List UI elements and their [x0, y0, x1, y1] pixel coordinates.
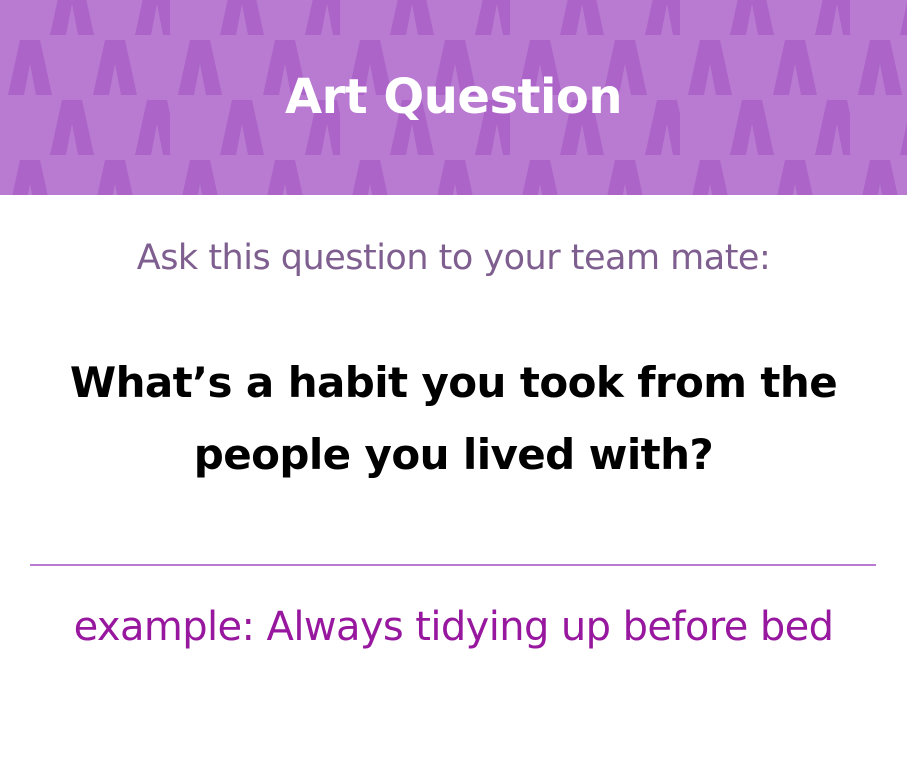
card-title: Art Question [284, 68, 623, 125]
divider [30, 564, 876, 566]
example-text: example: Always tidying up before bed [73, 604, 834, 650]
question-text: What’s a habit you took from the people … [69, 358, 838, 479]
question-card: Art Question Ask this question to your t… [0, 0, 907, 765]
prompt-text: Ask this question to your team mate: [136, 238, 771, 278]
card-header: Art Question [0, 0, 907, 195]
